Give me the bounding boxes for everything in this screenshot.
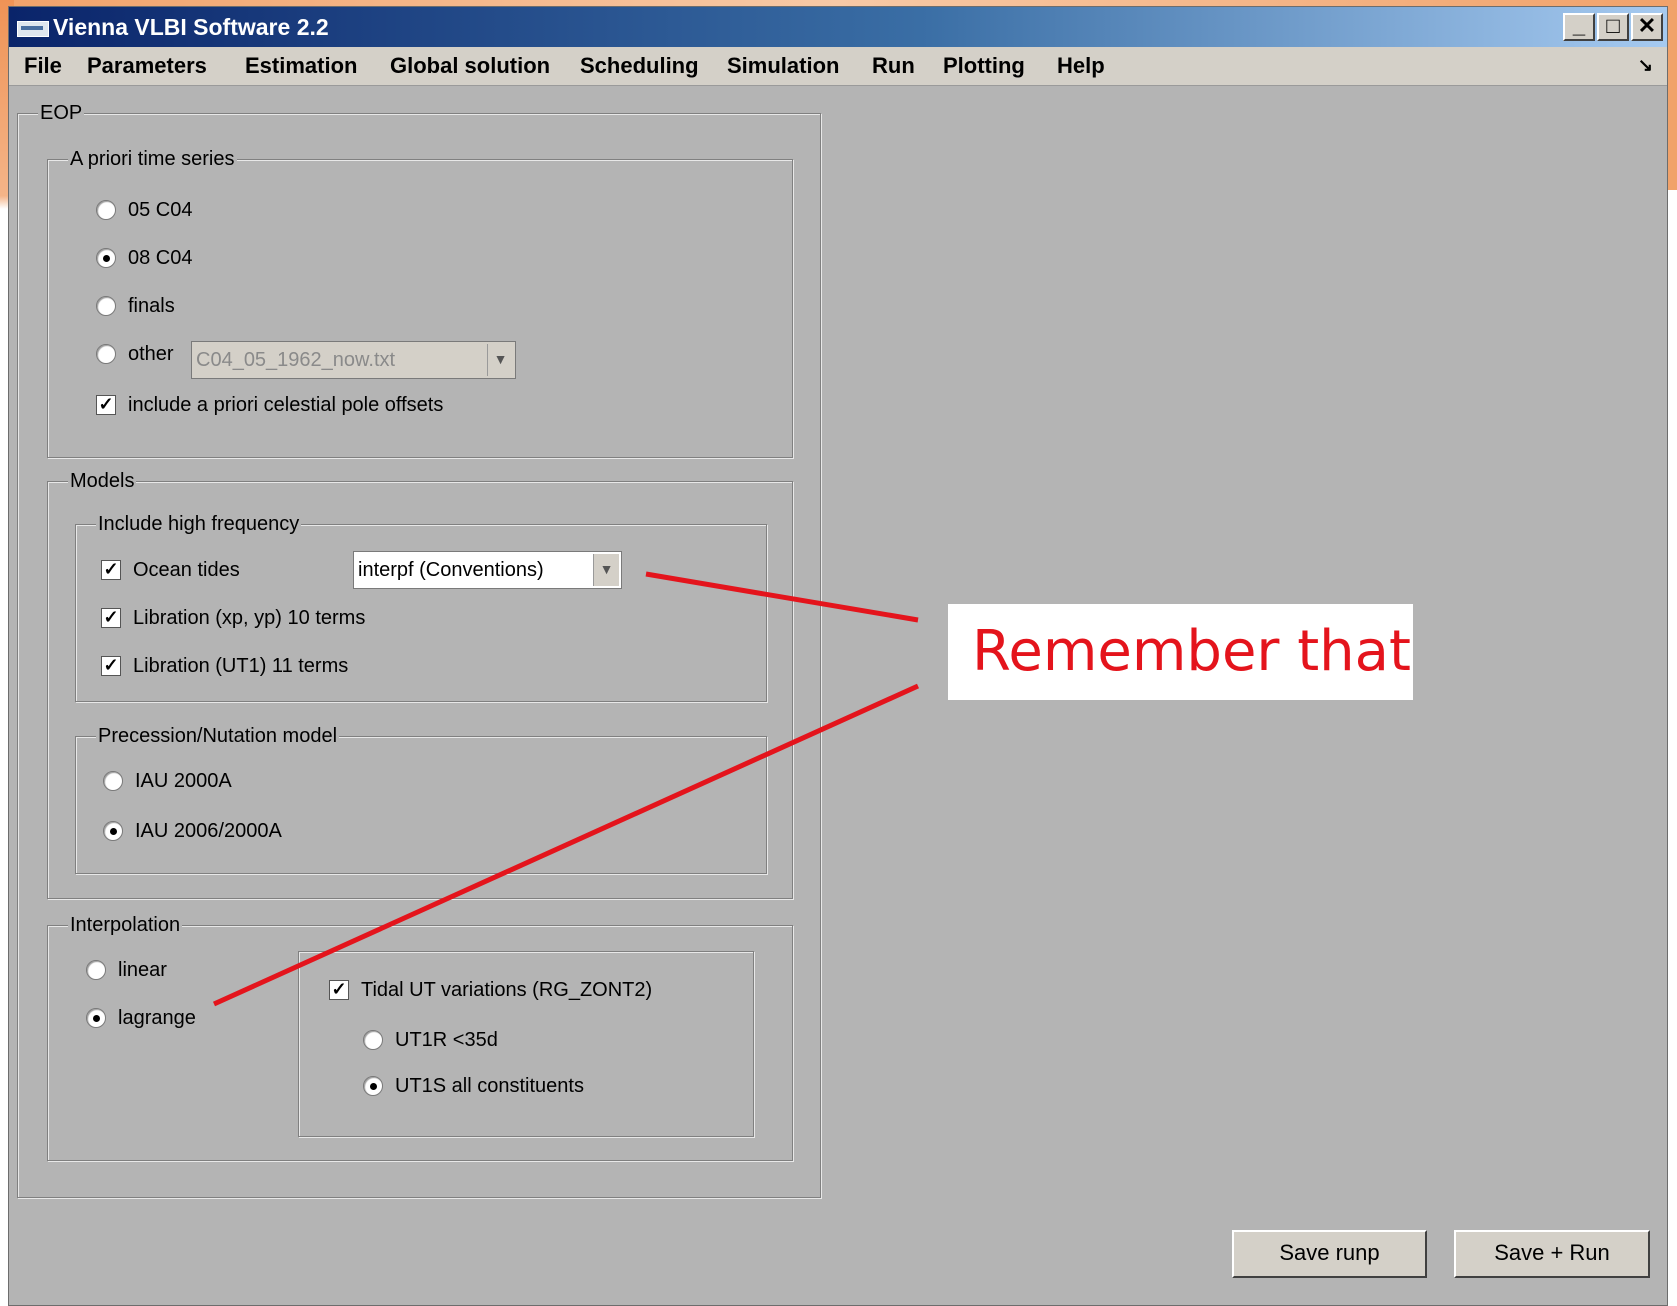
annotation-callout-lines xyxy=(212,571,920,1007)
callout-line-ocean-tides xyxy=(645,571,919,623)
annotation-box: Remember that xyxy=(948,604,1413,700)
callout-line-lagrange xyxy=(212,683,920,1007)
